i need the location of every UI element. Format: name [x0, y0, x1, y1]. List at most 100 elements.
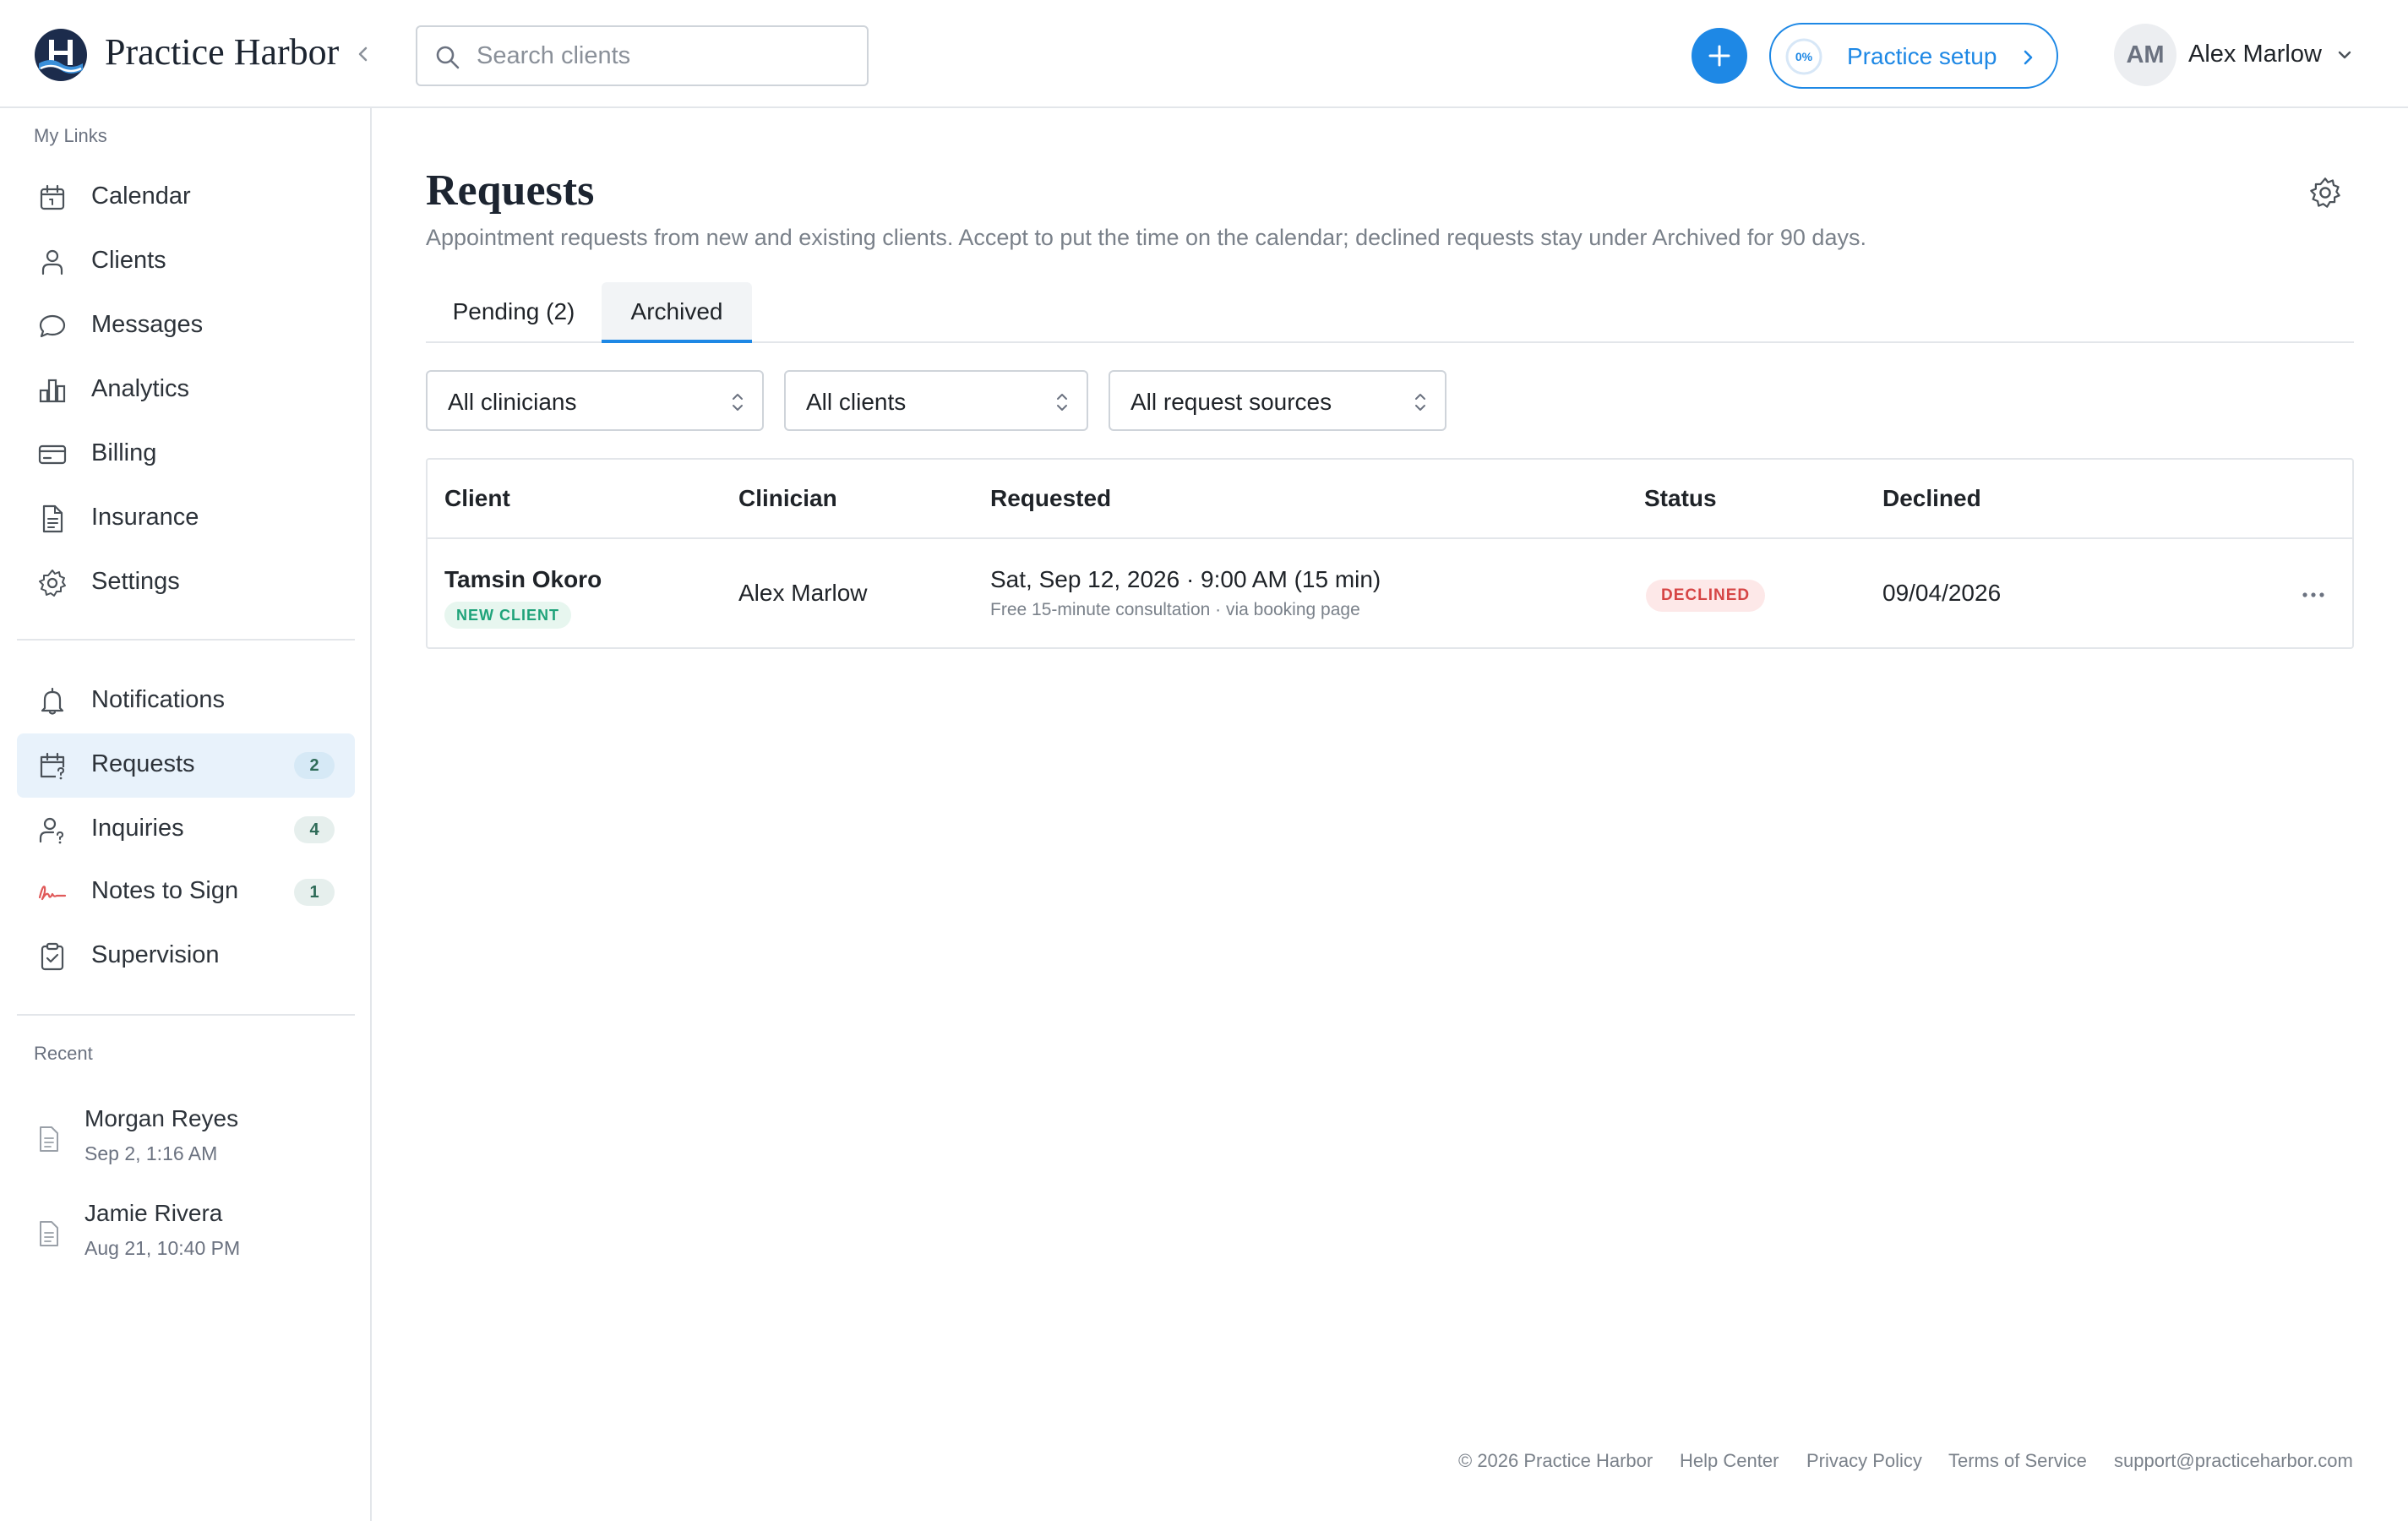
clinician-filter[interactable]: All clinicians — [426, 370, 764, 431]
page-title: Requests — [426, 166, 595, 215]
gear-icon — [2310, 177, 2340, 208]
new-client-badge: NEW CLIENT — [444, 602, 571, 629]
chevron-up-down-icon — [1415, 394, 1425, 411]
brand-name: Practice Harbor — [105, 31, 340, 73]
sidebar-item-settings[interactable]: Settings — [17, 551, 355, 615]
sidebar-item-notifications[interactable]: Notifications — [17, 669, 355, 733]
search-icon — [434, 44, 461, 71]
bell-icon — [41, 687, 64, 715]
recent-item-time: Sep 2, 1:16 AM — [84, 1142, 218, 1164]
my-links-heading: My Links — [34, 125, 107, 146]
chevron-left-icon — [358, 46, 368, 62]
user-name[interactable]: Alex Marlow — [2188, 41, 2322, 68]
setup-label: Practice setup — [1847, 43, 1997, 69]
recent-item[interactable]: Morgan Reyes Sep 2, 1:16 AM — [34, 1102, 355, 1178]
sidebar-item-clients[interactable]: Clients — [17, 230, 355, 294]
sidebar-item-notes-to-sign[interactable]: Notes to Sign 1 — [17, 860, 355, 924]
document-icon — [40, 1221, 58, 1246]
client-filter[interactable]: All clients — [784, 370, 1088, 431]
table-row[interactable]: Tamsin Okoro NEW CLIENT Alex Marlow Sat,… — [428, 539, 2352, 647]
row-actions-button[interactable] — [2296, 585, 2330, 605]
page-settings-button[interactable] — [2308, 176, 2342, 210]
sidebar-item-supervision[interactable]: Supervision — [17, 924, 355, 989]
column-header-requested: Requested — [990, 485, 1112, 511]
bar-chart-icon — [39, 379, 66, 403]
chevron-up-down-icon — [733, 394, 743, 411]
search-input[interactable] — [475, 27, 855, 84]
tab-archived[interactable]: Archived — [602, 282, 752, 343]
footer-link-terms-of-service[interactable]: Terms of Service — [1948, 1450, 2087, 1472]
requests-table: Client Clinician Requested Status Declin… — [426, 458, 2354, 649]
recent-item-time: Aug 21, 10:40 PM — [84, 1237, 241, 1259]
document-icon — [40, 1126, 58, 1152]
recent-item-name: Jamie Rivera — [84, 1200, 223, 1226]
footer-link-help-center[interactable]: Help Center — [1680, 1450, 1779, 1472]
sidebar-item-analytics[interactable]: Analytics — [17, 358, 355, 422]
request-source-filter-value: All request sources — [1130, 389, 1332, 415]
chevron-up-down-icon — [1057, 394, 1067, 411]
sidebar-item-label: Inquiries — [91, 815, 184, 842]
sidebar-item-label: Settings — [91, 568, 180, 595]
column-header-clinician: Clinician — [738, 485, 837, 511]
page-description: Appointment requests from new and existi… — [426, 225, 1866, 250]
declined-date: 09/04/2026 — [1882, 580, 2002, 606]
signature-icon — [38, 886, 67, 901]
sidebar-item-label: Notes to Sign — [91, 877, 239, 904]
sidebar-item-label: Messages — [91, 311, 204, 338]
collapse-sidebar-button[interactable] — [351, 42, 375, 66]
tab-pending[interactable]: Pending (2) — [426, 282, 602, 343]
sidebar: My Links Calendar Clients Messages Analy… — [0, 108, 372, 1521]
person-question-icon — [39, 817, 64, 844]
sidebar-divider — [17, 639, 355, 641]
sidebar-item-label: Supervision — [91, 941, 220, 968]
setup-progress-text: 0% — [1795, 50, 1813, 63]
clipboard-check-icon — [41, 942, 64, 971]
clinician-filter-value: All clinicians — [448, 389, 577, 415]
sidebar-item-label: Calendar — [91, 183, 191, 210]
sidebar-item-billing[interactable]: Billing — [17, 422, 355, 487]
request-source-filter[interactable]: All request sources — [1109, 370, 1446, 431]
practice-setup-button[interactable]: 0% Practice setup — [1769, 23, 2058, 89]
clinician-name: Alex Marlow — [738, 580, 868, 606]
sidebar-item-label: Notifications — [91, 686, 225, 713]
sidebar-item-label: Analytics — [91, 375, 190, 402]
gear-icon — [39, 570, 66, 597]
client-filter-value: All clients — [806, 389, 907, 415]
recent-item[interactable]: Jamie Rivera Aug 21, 10:40 PM — [34, 1197, 355, 1273]
sidebar-item-messages[interactable]: Messages — [17, 294, 355, 358]
requests-count-badge: 2 — [294, 752, 335, 779]
footer-link-privacy-policy[interactable]: Privacy Policy — [1806, 1450, 1922, 1472]
credit-card-icon — [38, 444, 67, 465]
chat-bubble-icon — [39, 314, 66, 338]
inquiries-count-badge: 4 — [294, 816, 335, 843]
avatar[interactable]: AM — [2114, 24, 2176, 86]
recent-heading: Recent — [34, 1043, 93, 1064]
sidebar-item-label: Insurance — [91, 504, 199, 531]
document-icon — [42, 504, 63, 533]
tab-bar: Pending (2) Archived — [426, 282, 2354, 343]
logo-icon — [34, 28, 88, 82]
chevron-down-icon[interactable] — [2335, 47, 2354, 63]
calendar-question-icon — [40, 752, 65, 780]
sidebar-item-label: Clients — [91, 247, 166, 274]
client-name[interactable]: Tamsin Okoro — [444, 566, 602, 593]
requested-time: Sat, Sep 12, 2026 · 9:00 AM (15 min) — [990, 566, 1381, 592]
sidebar-item-label: Requests — [91, 750, 195, 777]
footer-link-support-email[interactable]: support@practiceharbor.com — [2114, 1450, 2353, 1472]
status-badge: DECLINED — [1646, 580, 1766, 612]
notes-count-badge: 1 — [294, 879, 335, 906]
sidebar-item-requests[interactable]: Requests 2 — [17, 733, 355, 798]
column-header-client: Client — [444, 485, 510, 511]
recent-item-name: Morgan Reyes — [84, 1105, 239, 1131]
footer-copyright: © 2026 Practice Harbor — [1458, 1450, 1653, 1471]
requested-detail: Free 15-minute consultation · via bookin… — [990, 600, 1360, 619]
search-box — [416, 25, 869, 86]
sidebar-divider — [17, 1014, 355, 1016]
add-button[interactable] — [1692, 28, 1747, 84]
sidebar-item-inquiries[interactable]: Inquiries 4 — [17, 798, 355, 862]
sidebar-item-calendar[interactable]: Calendar — [17, 166, 355, 230]
sidebar-item-insurance[interactable]: Insurance — [17, 487, 355, 551]
person-icon — [41, 249, 63, 275]
column-header-status: Status — [1644, 485, 1717, 511]
plus-icon — [1708, 45, 1730, 67]
